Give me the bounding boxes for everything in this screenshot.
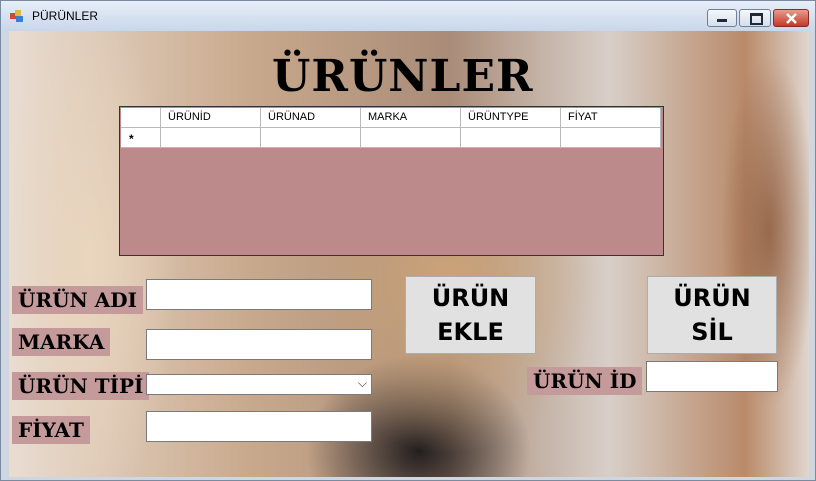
urun-id-input[interactable]	[646, 361, 778, 392]
minimize-button[interactable]	[707, 9, 737, 27]
page-title: ÜRÜNLER	[272, 51, 534, 102]
grid-column-header[interactable]: ÜRÜNAD	[261, 108, 361, 128]
minimize-icon	[717, 19, 727, 22]
marka-input[interactable]	[146, 329, 372, 360]
grid-cell[interactable]	[261, 128, 361, 148]
urun-tipi-label: ÜRÜN TİPİ	[12, 372, 150, 400]
app-window: PÜRÜNLER ÜRÜNLER ÜRÜNİD ÜRÜNAD MARKA ÜRÜ…	[0, 0, 816, 481]
chevron-down-icon[interactable]: ⌵	[358, 376, 367, 391]
close-button[interactable]	[773, 9, 809, 27]
grid-header-row: ÜRÜNİD ÜRÜNAD MARKA ÜRÜNTYPE FİYAT	[121, 108, 661, 128]
maximize-icon	[750, 13, 763, 25]
marka-label: MARKA	[12, 328, 111, 356]
delete-button-line1: ÜRÜN	[673, 284, 751, 312]
grid-column-header[interactable]: ÜRÜNİD	[161, 108, 261, 128]
urun-id-label: ÜRÜN İD	[527, 367, 643, 395]
new-row-marker: *	[121, 128, 161, 148]
grid-cell[interactable]	[161, 128, 261, 148]
urun-adi-label: ÜRÜN ADI	[12, 286, 143, 314]
grid-cell[interactable]	[461, 128, 561, 148]
delete-product-button[interactable]: ÜRÜN SİL	[647, 276, 777, 354]
title-bar[interactable]: PÜRÜNLER	[1, 1, 815, 31]
close-icon	[786, 13, 797, 24]
grid-corner-header[interactable]	[121, 108, 161, 128]
window-title: PÜRÜNLER	[32, 9, 99, 23]
grid-cell[interactable]	[361, 128, 461, 148]
maximize-button[interactable]	[739, 9, 771, 27]
grid-column-header[interactable]: MARKA	[361, 108, 461, 128]
grid-column-header[interactable]: FİYAT	[561, 108, 661, 128]
grid-cell[interactable]	[561, 128, 661, 148]
urun-tipi-select[interactable]: ⌵	[146, 374, 372, 395]
grid-new-row[interactable]: *	[121, 128, 661, 148]
add-button-line1: ÜRÜN	[431, 284, 510, 312]
grid-column-header[interactable]: ÜRÜNTYPE	[461, 108, 561, 128]
products-grid[interactable]: ÜRÜNİD ÜRÜNAD MARKA ÜRÜNTYPE FİYAT *	[119, 106, 664, 256]
urun-adi-input[interactable]	[146, 279, 372, 310]
add-button-line2: EKLE	[437, 318, 504, 346]
form-client-area: ÜRÜNLER ÜRÜNİD ÜRÜNAD MARKA ÜRÜNTYPE FİY…	[9, 31, 809, 477]
add-product-button[interactable]: ÜRÜN EKLE	[405, 276, 536, 354]
delete-button-line2: SİL	[691, 318, 733, 346]
fiyat-input[interactable]	[146, 411, 372, 442]
fiyat-label: FİYAT	[12, 416, 90, 444]
app-icon	[10, 10, 23, 22]
